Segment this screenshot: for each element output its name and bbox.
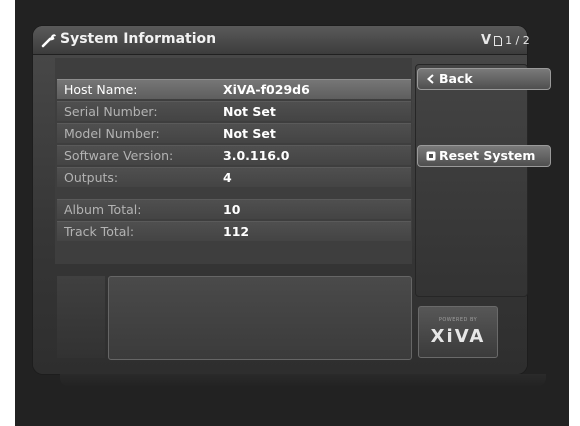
wrench-icon [41, 34, 56, 48]
info-row-serial-number[interactable]: Serial Number: Not Set [57, 101, 411, 121]
info-row-outputs[interactable]: Outputs: 4 [57, 167, 411, 187]
row-value: 3.0.116.0 [223, 148, 290, 163]
back-button[interactable]: Back [417, 68, 551, 90]
row-value: 4 [223, 170, 232, 185]
info-row-host-name[interactable]: Host Name: XiVA-f029d6 [57, 79, 411, 99]
xiva-logo: POWERED BY XiVA [418, 306, 498, 358]
row-value: Not Set [223, 104, 276, 119]
info-row-album-total[interactable]: Album Total: 10 [57, 199, 411, 219]
brand-text: XiVA [430, 326, 486, 347]
row-label: Track Total: [64, 224, 135, 239]
row-label: Model Number: [64, 126, 160, 141]
preview-area [108, 276, 412, 360]
reset-system-button[interactable]: Reset System [417, 145, 551, 167]
info-row-model-number[interactable]: Model Number: Not Set [57, 123, 411, 143]
row-label: Serial Number: [64, 104, 158, 119]
reset-system-label: Reset System [439, 148, 536, 163]
row-label: Host Name: [64, 82, 138, 97]
row-value: 112 [223, 224, 250, 239]
info-row-track-total[interactable]: Track Total: 112 [57, 221, 411, 241]
side-menu [415, 64, 528, 297]
page-down-glyph[interactable]: V [481, 33, 491, 48]
page-number: 1 / 2 [505, 34, 530, 47]
chevron-left-icon [426, 74, 434, 84]
row-label: Software Version: [64, 148, 174, 163]
row-label: Outputs: [64, 170, 119, 185]
page-indicator[interactable]: V 1 / 2 [481, 33, 530, 48]
back-button-label: Back [439, 71, 473, 86]
page-icon [494, 35, 503, 46]
square-bullet-icon [426, 151, 436, 161]
powered-by-text: POWERED BY [438, 317, 478, 323]
window-title: System Information [60, 31, 217, 47]
row-label: Album Total: [64, 202, 142, 217]
info-row-software-version[interactable]: Software Version: 3.0.116.0 [57, 145, 411, 165]
row-value: Not Set [223, 126, 276, 141]
row-value: XiVA-f029d6 [223, 82, 310, 97]
bottom-strip [60, 374, 546, 386]
preview-side-panel [57, 276, 105, 358]
row-value: 10 [223, 202, 241, 217]
